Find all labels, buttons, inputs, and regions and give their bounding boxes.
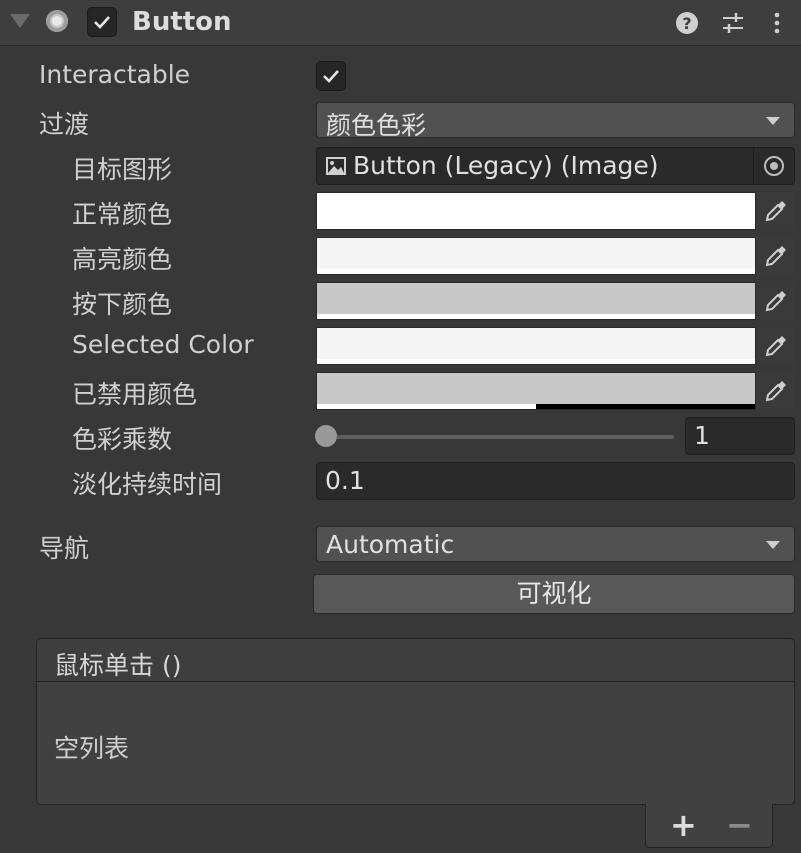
svg-text:?: ? bbox=[682, 14, 691, 33]
interactable-checkbox[interactable] bbox=[316, 61, 346, 91]
remove-button[interactable]: − bbox=[726, 806, 753, 844]
slider-handle[interactable] bbox=[315, 425, 337, 447]
transition-dropdown[interactable]: 颜色色彩 bbox=[316, 102, 795, 140]
eyedropper-icon[interactable] bbox=[757, 192, 795, 230]
disabled-color-label: 已禁用颜色 bbox=[72, 380, 198, 409]
eyedropper-icon[interactable] bbox=[757, 282, 795, 320]
component-title: Button bbox=[132, 7, 232, 37]
add-button[interactable]: + bbox=[670, 806, 697, 844]
on-click-header: 鼠标单击 () bbox=[37, 639, 794, 682]
normal-color-swatch[interactable] bbox=[316, 192, 756, 230]
list-footer: + − bbox=[645, 804, 773, 848]
color-multiplier-value: 1 bbox=[694, 421, 710, 450]
interactable-label: Interactable bbox=[39, 60, 191, 89]
color-multiplier-label: 色彩乘数 bbox=[72, 425, 173, 454]
empty-list-text: 空列表 bbox=[54, 734, 130, 763]
eyedropper-icon[interactable] bbox=[757, 372, 795, 410]
component-icon bbox=[46, 10, 68, 32]
transition-value: 颜色色彩 bbox=[326, 111, 427, 140]
selected-color-swatch[interactable] bbox=[316, 327, 756, 365]
on-click-title: 鼠标单击 () bbox=[54, 651, 182, 680]
transition-label: 过渡 bbox=[39, 110, 90, 139]
eyedropper-icon[interactable] bbox=[757, 327, 795, 365]
color-multiplier-slider[interactable] bbox=[327, 435, 674, 439]
image-icon bbox=[326, 157, 346, 179]
normal-color-label: 正常颜色 bbox=[72, 200, 173, 229]
highlighted-color-label: 高亮颜色 bbox=[72, 245, 173, 274]
target-graphic-value: Button (Legacy) (Image) bbox=[353, 151, 659, 180]
foldout-arrow-icon[interactable] bbox=[10, 14, 30, 28]
enabled-checkbox[interactable] bbox=[87, 7, 117, 37]
on-click-event-list: 鼠标单击 () 空列表 bbox=[36, 638, 795, 805]
target-graphic-label: 目标图形 bbox=[72, 155, 173, 184]
pressed-color-swatch[interactable] bbox=[316, 282, 756, 320]
highlighted-color-swatch[interactable] bbox=[316, 237, 756, 275]
help-icon[interactable]: ? bbox=[674, 10, 700, 36]
disabled-color-swatch[interactable] bbox=[316, 372, 756, 410]
navigation-value: Automatic bbox=[326, 530, 455, 559]
component-header: Button ? bbox=[0, 0, 801, 46]
visualize-button[interactable]: 可视化 bbox=[313, 574, 795, 614]
navigation-dropdown[interactable]: Automatic bbox=[316, 526, 795, 562]
chevron-down-icon bbox=[766, 117, 780, 125]
more-menu-icon[interactable] bbox=[764, 10, 790, 36]
pressed-color-label: 按下颜色 bbox=[72, 290, 173, 319]
object-picker-icon[interactable] bbox=[753, 148, 794, 184]
fade-duration-field[interactable]: 0.1 bbox=[316, 462, 795, 500]
fade-duration-value: 0.1 bbox=[325, 466, 365, 495]
eyedropper-icon[interactable] bbox=[757, 237, 795, 275]
fade-duration-label: 淡化持续时间 bbox=[72, 470, 223, 499]
chevron-down-icon bbox=[766, 541, 780, 549]
navigation-label: 导航 bbox=[39, 534, 90, 563]
color-multiplier-field[interactable]: 1 bbox=[685, 417, 795, 455]
preset-icon[interactable] bbox=[720, 10, 746, 36]
target-graphic-field[interactable]: Button (Legacy) (Image) bbox=[316, 147, 795, 185]
selected-color-label: Selected Color bbox=[72, 330, 254, 359]
